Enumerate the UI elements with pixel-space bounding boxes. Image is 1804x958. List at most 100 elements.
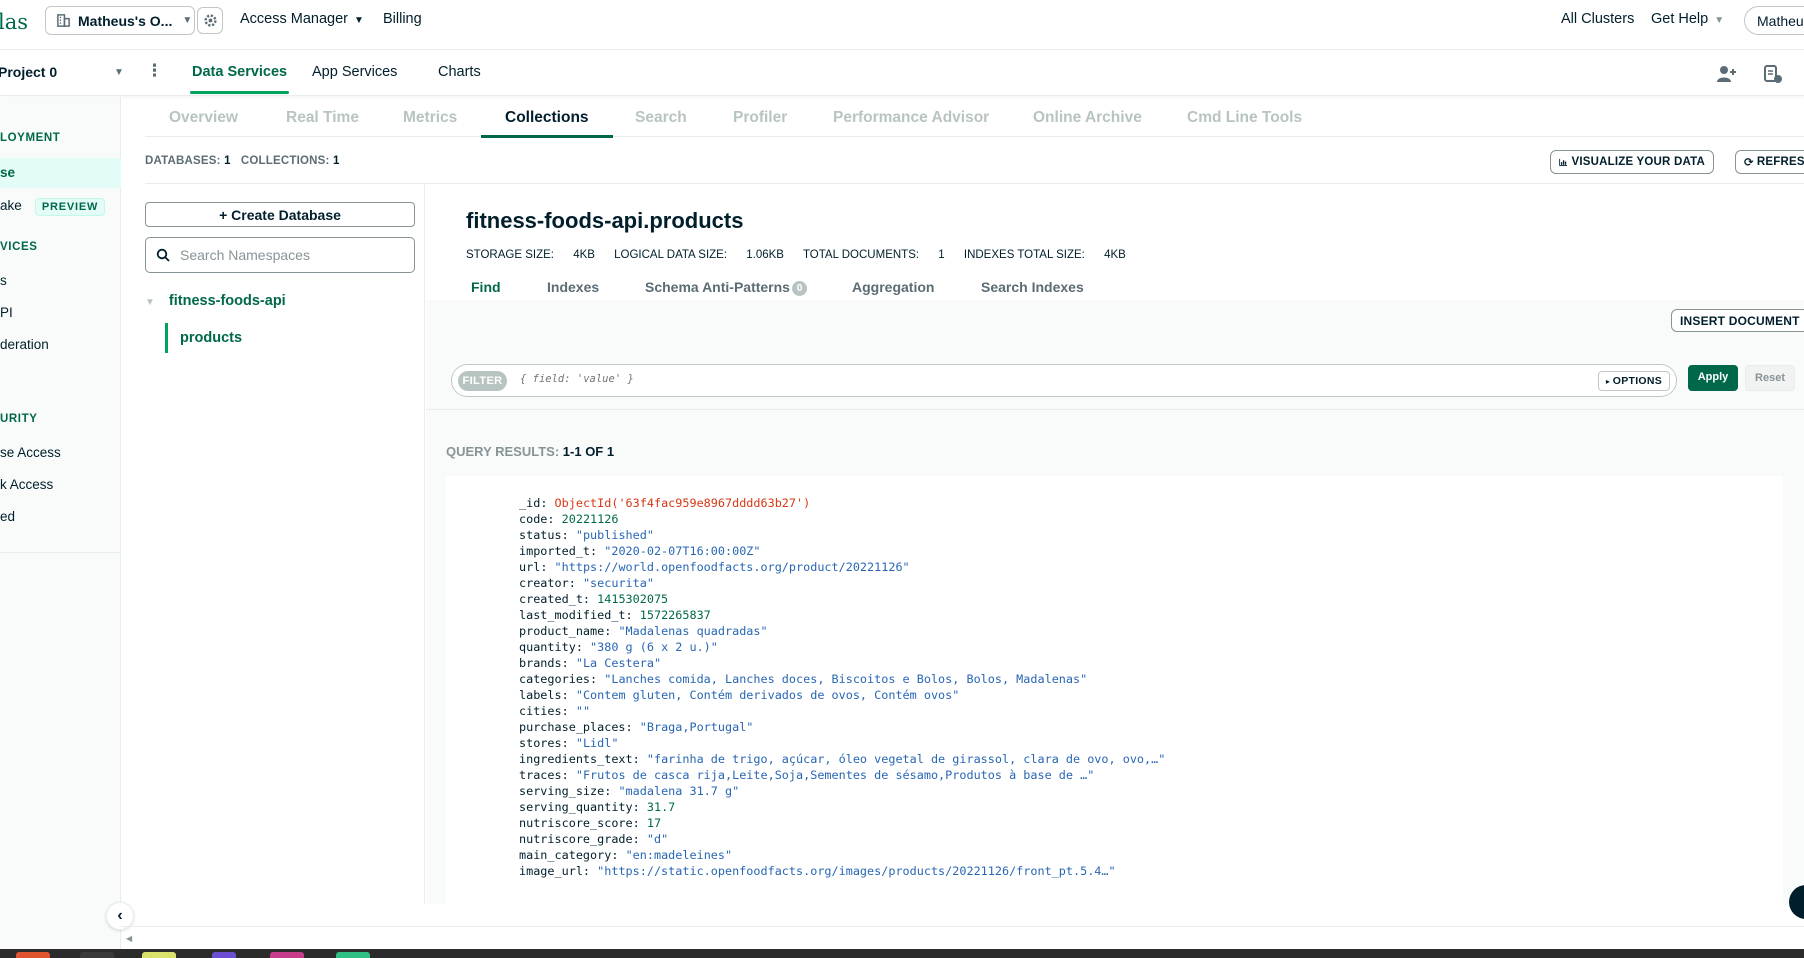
tab-online-archive[interactable]: Online Archive <box>1033 109 1142 127</box>
project-selector[interactable]: Project 0 <box>0 64 57 80</box>
taskbar-app-icon[interactable] <box>336 952 370 958</box>
tab-overview[interactable]: Overview <box>169 109 238 127</box>
field-key: ingredients_text <box>519 752 633 766</box>
refresh-button[interactable]: ⟳ REFRESH <box>1735 150 1804 174</box>
refresh-icon: ⟳ <box>1744 157 1754 169</box>
field-value: "" <box>575 704 591 718</box>
taskbar-app-icon[interactable] <box>270 952 304 958</box>
options-button[interactable]: ▸ OPTIONS <box>1598 371 1670 391</box>
tab-search[interactable]: Search <box>635 109 687 127</box>
activity-feed-icon[interactable] <box>1762 64 1784 84</box>
sidebar-section-security: URITY <box>0 413 38 425</box>
tab-cmd-line-tools[interactable]: Cmd Line Tools <box>1187 109 1302 127</box>
taskbar-app-icon[interactable] <box>16 952 50 958</box>
document-field: status: "published" <box>519 527 654 543</box>
apply-button[interactable]: Apply <box>1688 365 1738 391</box>
tab-profiler[interactable]: Profiler <box>733 109 787 127</box>
document-field: serving_size: "madalena 31.7 g" <box>519 783 739 799</box>
database-tree-item[interactable]: ▼ fitness-foods-api <box>145 293 286 309</box>
options-label: OPTIONS <box>1612 375 1663 387</box>
chevron-down-icon[interactable]: ▼ <box>114 67 124 78</box>
sidebar-item-data-federation[interactable]: deration <box>0 337 49 352</box>
field-key: cities <box>519 704 562 718</box>
anti-patterns-count-badge: 0 <box>791 281 807 296</box>
query-results-count: QUERY RESULTS: 1-1 OF 1 <box>446 444 614 459</box>
tab-find[interactable]: Find <box>471 279 501 295</box>
sidebar-item-database[interactable]: se <box>0 158 121 188</box>
field-separator: : <box>561 656 576 670</box>
billing-link[interactable]: Billing <box>383 11 422 27</box>
sidebar-item-advanced[interactable]: ed <box>0 509 15 524</box>
document-card[interactable]: _id: ObjectId('63f4fac959e8967dddd63b27'… <box>446 476 1783 904</box>
tab-performance-advisor[interactable]: Performance Advisor <box>833 109 989 127</box>
tab-aggregation[interactable]: Aggregation <box>852 279 934 295</box>
taskbar-app-icon[interactable] <box>142 952 176 958</box>
get-help-menu[interactable]: Get Help ▼ <box>1651 11 1724 27</box>
field-key: purchase_places <box>519 720 626 734</box>
document-field: creator: "securita" <box>519 575 654 591</box>
tab-charts[interactable]: Charts <box>438 64 481 80</box>
tab-schema-anti-patterns[interactable]: Schema Anti-Patterns 0 <box>645 279 807 296</box>
field-key: labels <box>519 688 562 702</box>
sidebar-section-deployment: LOYMENT <box>0 132 61 144</box>
collection-tree-item[interactable]: products <box>165 323 242 353</box>
total-documents-stat: TOTAL DOCUMENTS: 1 <box>802 249 945 261</box>
organization-settings-button[interactable] <box>197 7 223 34</box>
field-key: last_modified_t <box>519 608 626 622</box>
filter-bar: FILTER ▸ OPTIONS <box>451 364 1677 397</box>
taskbar-app-icon[interactable] <box>80 952 114 958</box>
gear-icon <box>203 14 217 27</box>
filter-label: FILTER <box>458 371 507 391</box>
field-key: stores <box>519 736 562 750</box>
search-icon <box>156 248 170 262</box>
field-value: 17 <box>646 816 662 830</box>
taskbar-app-icon[interactable] <box>212 952 236 958</box>
tab-app-services[interactable]: App Services <box>312 64 397 80</box>
tab-search-indexes[interactable]: Search Indexes <box>981 279 1084 295</box>
filter-query-input[interactable] <box>520 373 1420 385</box>
document-field: categories: "Lanches comida, Lanches doc… <box>519 671 1087 687</box>
document-field: quantity: "380 g (6 x 2 u.)" <box>519 639 718 655</box>
field-value: ObjectId('63f4fac959e8967dddd63b27') <box>554 496 811 510</box>
visualize-label: VISUALIZE YOUR DATA <box>1571 156 1705 168</box>
building-icon <box>57 14 70 27</box>
document-field: cities: "" <box>519 703 590 719</box>
organization-selector[interactable]: Matheus's O... ▼ <box>45 6 195 35</box>
sidebar-item-triggers[interactable]: s <box>0 273 7 288</box>
tab-collections[interactable]: Collections <box>481 109 612 138</box>
access-manager-menu[interactable]: Access Manager ▼ <box>240 11 364 27</box>
document-field: imported_t: "2020-02-07T16:00:00Z" <box>519 543 761 559</box>
document-field: created_t: 1415302075 <box>519 591 668 607</box>
sidebar-item-network-access[interactable]: k Access <box>0 477 53 492</box>
user-menu[interactable]: Matheus <box>1744 6 1804 35</box>
left-sidebar: LOYMENT se ake VICES s PI deration URITY… <box>0 97 121 958</box>
field-value: "Madalenas quadradas" <box>618 624 768 638</box>
ellipsis-icon[interactable]: ⋮ <box>146 61 163 81</box>
visualize-data-button[interactable]: VISUALIZE YOUR DATA <box>1550 150 1714 174</box>
field-separator: : <box>611 848 626 862</box>
field-separator: : <box>540 496 555 510</box>
tab-indexes[interactable]: Indexes <box>547 279 599 295</box>
tab-metrics[interactable]: Metrics <box>403 109 457 127</box>
insert-document-button[interactable]: INSERT DOCUMENT <box>1671 309 1804 332</box>
field-separator: : <box>632 752 647 766</box>
scroll-left-arrow-icon[interactable]: ◀ <box>126 934 132 943</box>
create-database-button[interactable]: + Create Database <box>145 202 415 227</box>
preview-badge: PREVIEW <box>35 198 105 216</box>
access-manager-label: Access Manager <box>240 11 348 27</box>
search-namespaces-input[interactable] <box>180 247 400 263</box>
tab-real-time[interactable]: Real Time <box>286 109 359 127</box>
add-user-icon[interactable] <box>1716 64 1738 84</box>
field-value: "Braga,Portugal" <box>639 720 754 734</box>
atlas-logo[interactable]: las <box>0 10 28 34</box>
sidebar-item-database-access[interactable]: se Access <box>0 445 61 460</box>
tab-data-services[interactable]: Data Services <box>189 64 290 94</box>
field-value: "securita" <box>582 576 654 590</box>
sidebar-item-data-lake[interactable]: ake <box>0 198 22 213</box>
reset-button[interactable]: Reset <box>1745 365 1795 391</box>
all-clusters-link[interactable]: All Clusters <box>1561 11 1634 27</box>
caret-down-icon[interactable]: ▼ <box>145 297 155 308</box>
field-value: "Contem gluten, Contém derivados de ovos… <box>575 688 960 702</box>
sidebar-item-data-api[interactable]: PI <box>0 305 13 320</box>
field-value: "d" <box>646 832 669 846</box>
